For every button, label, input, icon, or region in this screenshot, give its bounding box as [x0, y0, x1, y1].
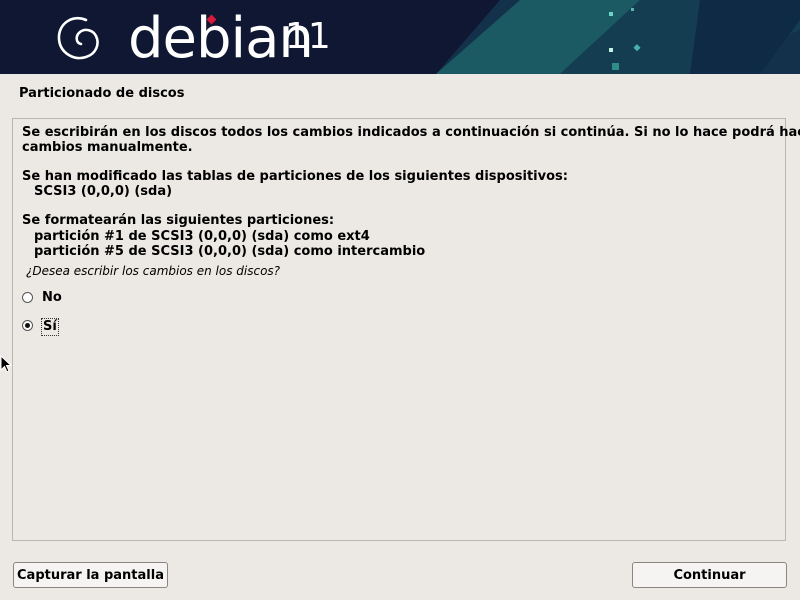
intro-text-line1: Se escribirán en los discos todos los ca… — [22, 125, 800, 140]
version-number: 11 — [285, 16, 331, 57]
banner-decoration — [436, 0, 800, 74]
debian-swirl-icon — [57, 17, 99, 60]
page-title: Particionado de discos — [19, 86, 185, 101]
header-banner: debian 11 — [0, 0, 800, 74]
option-yes-label[interactable]: Sí — [41, 318, 59, 336]
continue-button[interactable]: Continuar — [632, 562, 787, 588]
partition-item: partición #5 de SCSI3 (0,0,0) (sda) como… — [34, 244, 426, 259]
radio-no[interactable] — [22, 292, 33, 303]
device-item: SCSI3 (0,0,0) (sda) — [34, 184, 173, 199]
question-text: ¿Desea escribir los cambios en los disco… — [26, 264, 281, 278]
radio-yes[interactable] — [22, 320, 33, 331]
screenshot-button[interactable]: Capturar la pantalla — [13, 562, 168, 588]
option-no-label[interactable]: No — [41, 290, 63, 306]
partitions-heading: Se formatearán las siguientes particione… — [22, 213, 335, 228]
intro-text-line2: cambios manualmente. — [22, 140, 193, 155]
devices-heading: Se han modificado las tablas de particio… — [22, 169, 568, 184]
partition-item: partición #1 de SCSI3 (0,0,0) (sda) como… — [34, 229, 370, 244]
mouse-pointer-icon — [0, 355, 12, 373]
